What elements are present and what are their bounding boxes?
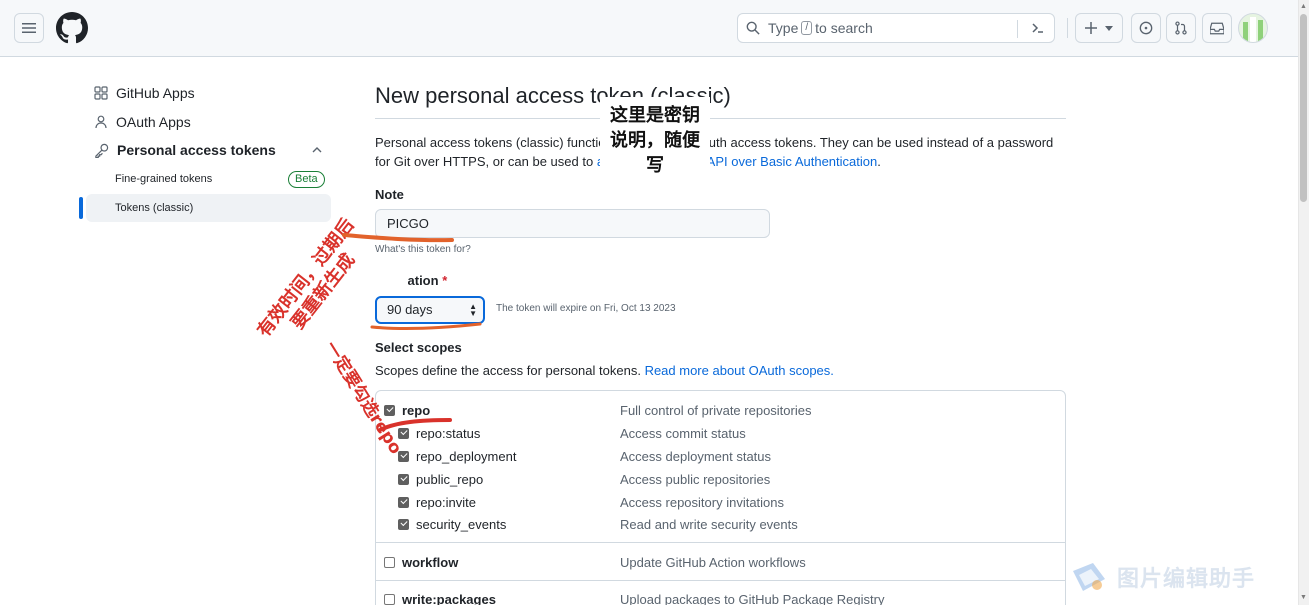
chevron-up-icon[interactable] <box>311 144 323 156</box>
title-divider <box>375 118 1066 119</box>
scope-checkbox[interactable] <box>398 473 409 485</box>
scope-checkbox[interactable] <box>398 450 409 462</box>
hamburger-icon <box>22 23 36 33</box>
scope-checkbox[interactable] <box>384 556 395 568</box>
user-avatar-icon <box>1243 17 1263 42</box>
search-input[interactable]: Type / to search <box>737 13 1055 43</box>
scope-description: Upload packages to GitHub Package Regist… <box>620 592 885 605</box>
search-prefix: Type <box>768 20 799 36</box>
scope-row-repo-invite[interactable]: repo:invite <box>398 492 476 512</box>
annotation-cover <box>372 268 408 290</box>
scope-name: repo_deployment <box>416 448 517 464</box>
person-icon <box>95 115 107 129</box>
menu-button[interactable] <box>14 13 44 43</box>
sidebar-item-label: GitHub Apps <box>116 85 195 101</box>
issue-opened-icon <box>1139 21 1153 35</box>
scroll-up-arrow[interactable]: ▲ <box>1300 3 1307 11</box>
watermark-logo-icon <box>1073 563 1105 591</box>
scope-name: public_repo <box>416 471 484 487</box>
expiration-value: 90 days <box>387 302 433 317</box>
sidebar-item-tokens-classic[interactable]: Tokens (classic) <box>86 194 331 222</box>
sidebar-item-label: Personal access tokens <box>117 142 276 158</box>
header-divider <box>1067 18 1068 38</box>
command-palette-icon[interactable] <box>1030 20 1046 36</box>
scroll-down-arrow[interactable]: ▼ <box>1300 594 1307 602</box>
sidebar-item-personal-access-tokens[interactable]: Personal access tokens <box>86 136 331 164</box>
inbox-icon <box>1210 22 1224 34</box>
scope-name: security_events <box>416 516 507 532</box>
apps-icon <box>94 86 108 100</box>
beta-badge: Beta <box>288 171 325 188</box>
description-end: . <box>877 154 881 169</box>
annotation-underline-note <box>342 233 454 243</box>
sidebar-subitem-label: Fine-grained tokens <box>115 173 213 185</box>
search-shortcut-key: / <box>801 21 813 35</box>
active-item-marker <box>79 197 83 219</box>
scope-row-public-repo[interactable]: public_repo <box>398 469 483 489</box>
expiration-note: The token will expire on Fri, Oct 13 202… <box>496 303 676 314</box>
scope-checkbox[interactable] <box>398 496 409 508</box>
scrollbar-thumb[interactable] <box>1300 14 1307 202</box>
top-header: Type / to search <box>0 0 1298 57</box>
search-suffix: to search <box>815 20 873 36</box>
watermark: 图片编辑助手 <box>1069 557 1298 597</box>
watermark-text: 图片编辑助手 <box>1117 567 1256 592</box>
scope-checkbox[interactable] <box>384 593 395 605</box>
git-pull-request-icon <box>1175 21 1187 35</box>
scope-description: Access deployment status <box>620 449 772 464</box>
scope-name: repo:invite <box>416 494 476 510</box>
scopes-description-text: Scopes define the access for personal to… <box>375 363 641 378</box>
scope-description: Access public repositories <box>620 472 771 487</box>
sidebar-item-github-apps[interactable]: GitHub Apps <box>86 79 331 107</box>
key-icon <box>95 143 109 158</box>
note-label: Note <box>375 187 404 202</box>
scopes-description: Scopes define the access for personal to… <box>375 363 834 378</box>
inbox-button[interactable] <box>1202 13 1232 43</box>
sidebar-item-oauth-apps[interactable]: OAuth Apps <box>86 108 331 136</box>
scope-row-repo-deployment[interactable]: repo_deployment <box>398 446 516 466</box>
select-arrows-icon: ▲ ▼ <box>469 302 477 318</box>
avatar[interactable] <box>1238 13 1268 43</box>
scope-row-security-events[interactable]: security_events <box>398 514 506 534</box>
search-divider <box>1017 20 1018 38</box>
required-marker: * <box>442 273 448 288</box>
scope-checkbox[interactable] <box>398 518 409 530</box>
issues-button[interactable] <box>1131 13 1161 43</box>
scope-row-write-packages[interactable]: write:packages <box>384 589 496 605</box>
scope-description: Access commit status <box>620 426 746 441</box>
scope-divider <box>376 542 1065 543</box>
scope-row-workflow[interactable]: workflow <box>384 552 458 572</box>
annotation-underline-repo <box>378 418 452 432</box>
scope-description: Full control of private repositories <box>620 403 812 418</box>
scope-description: Access repository invitations <box>620 495 785 510</box>
github-octocat-icon <box>56 12 88 44</box>
pull-requests-button[interactable] <box>1166 13 1196 43</box>
triangle-down-icon <box>1105 25 1113 31</box>
annotation-callout-text: 这里是密钥说明，随便写 <box>610 105 700 176</box>
scope-name: workflow <box>402 554 459 570</box>
scope-name: write:packages <box>402 591 496 605</box>
annotation-underline-expiration <box>370 322 482 330</box>
scopes-label: Select scopes <box>375 340 462 355</box>
github-logo[interactable] <box>56 12 88 44</box>
scope-description: Update GitHub Action workflows <box>620 555 806 570</box>
scope-divider <box>376 580 1065 581</box>
page-description: Personal access tokens (classic) functio… <box>375 133 1065 171</box>
sidebar-subitem-label: Tokens (classic) <box>115 202 194 214</box>
create-new-button[interactable] <box>1075 13 1123 43</box>
plus-icon <box>1085 22 1097 34</box>
scope-description: Read and write security events <box>620 517 798 532</box>
oauth-scopes-link[interactable]: Read more about OAuth scopes. <box>645 363 834 378</box>
search-icon <box>746 21 760 35</box>
sidebar-item-label: OAuth Apps <box>116 114 191 130</box>
